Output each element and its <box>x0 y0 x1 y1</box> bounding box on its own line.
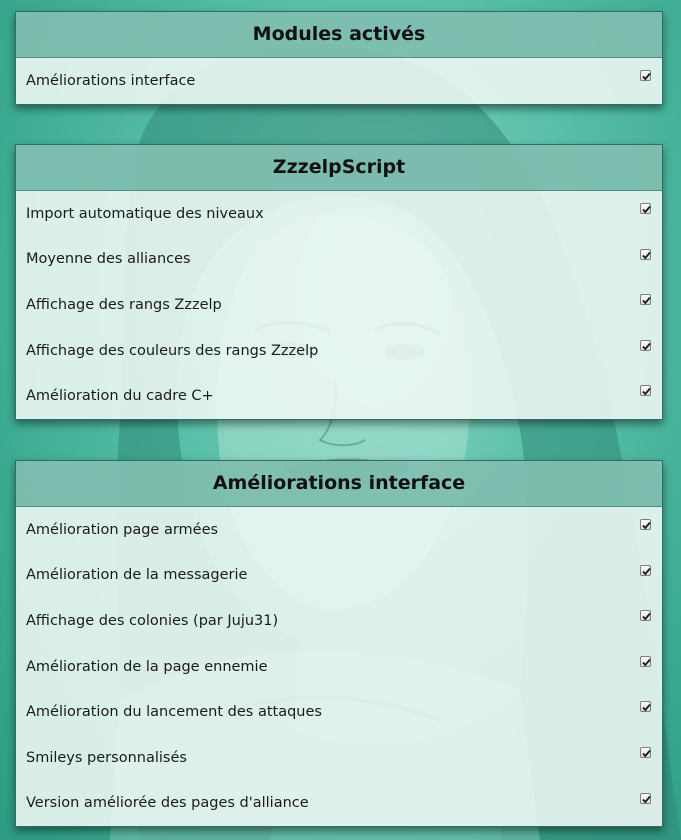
checkbox[interactable] <box>640 339 651 351</box>
item-label: Smileys personnalisés <box>26 749 187 766</box>
panel-body: Amélioration page armées Amélioration de… <box>16 507 662 827</box>
check-icon <box>642 205 651 214</box>
checkbox[interactable] <box>640 701 651 713</box>
check-icon <box>642 613 651 621</box>
panel-body: Améliorations interface <box>16 58 662 104</box>
list-item: Amélioration de la messagerie <box>16 553 662 599</box>
item-label: Amélioration page armées <box>26 521 219 538</box>
check-icon <box>642 72 651 81</box>
checkbox[interactable] <box>640 385 651 397</box>
item-label: Import automatique des niveaux <box>26 205 264 222</box>
check-icon <box>642 795 651 803</box>
list-item: Affichage des rangs Zzzelp <box>16 282 662 328</box>
checkbox[interactable] <box>640 564 651 576</box>
panel-title: Améliorations interface <box>16 461 662 507</box>
item-label: Amélioration de la page ennemie <box>26 658 268 675</box>
check-icon <box>642 567 651 575</box>
panel-modules-actives: Modules activés Améliorations interface <box>15 11 663 105</box>
list-item: Amélioration du cadre C+ <box>16 373 662 419</box>
list-item: Amélioration de la page ennemie <box>16 644 662 690</box>
item-label: Moyenne des alliances <box>26 251 191 268</box>
item-label: Affichage des couleurs des rangs Zzzelp <box>26 342 319 359</box>
checkbox[interactable] <box>640 70 651 81</box>
panel-ameliorations-interface: Améliorations interface Amélioration pag… <box>15 460 663 828</box>
checkbox[interactable] <box>640 248 651 260</box>
checkbox[interactable] <box>640 294 651 306</box>
list-item: Amélioration du lancement des attaques <box>16 689 662 735</box>
check-icon <box>642 297 651 305</box>
list-item: Amélioration page armées <box>16 507 662 553</box>
panel-title: ZzzelpScript <box>16 145 662 191</box>
item-label: Amélioration de la messagerie <box>26 567 248 584</box>
item-label: Version améliorée des pages d'alliance <box>26 795 309 812</box>
item-label: Amélioration du lancement des attaques <box>26 704 322 721</box>
checkbox[interactable] <box>640 610 651 622</box>
checkbox[interactable] <box>640 746 651 758</box>
check-icon <box>642 658 651 667</box>
list-item: Moyenne des alliances <box>16 237 662 283</box>
panel-zzzelpscript: ZzzelpScript Import automatique des nive… <box>15 144 663 420</box>
checkbox[interactable] <box>640 519 651 530</box>
list-item: Version améliorée des pages d'alliance <box>16 781 662 827</box>
list-item: Import automatique des niveaux <box>16 191 662 237</box>
panel-title: Modules activés <box>16 12 662 58</box>
item-label: Améliorations interface <box>26 72 196 89</box>
item-label: Amélioration du cadre C+ <box>26 388 214 405</box>
list-item: Affichage des colonies (par Juju31) <box>16 598 662 644</box>
check-icon <box>642 749 651 758</box>
check-icon <box>642 521 651 530</box>
item-label: Affichage des rangs Zzzelp <box>26 296 222 313</box>
check-icon <box>642 251 651 259</box>
check-icon <box>642 388 651 396</box>
panel-body: Import automatique des niveaux Moyenne d… <box>16 191 662 419</box>
list-item: Améliorations interface <box>16 58 662 104</box>
list-item: Smileys personnalisés <box>16 735 662 781</box>
check-icon <box>642 704 651 712</box>
checkbox[interactable] <box>640 203 651 214</box>
check-icon <box>642 342 651 351</box>
item-label: Affichage des colonies (par Juju31) <box>26 612 279 629</box>
checkbox[interactable] <box>640 655 651 667</box>
list-item: Affichage des couleurs des rangs Zzzelp <box>16 328 662 374</box>
checkbox[interactable] <box>640 792 651 804</box>
